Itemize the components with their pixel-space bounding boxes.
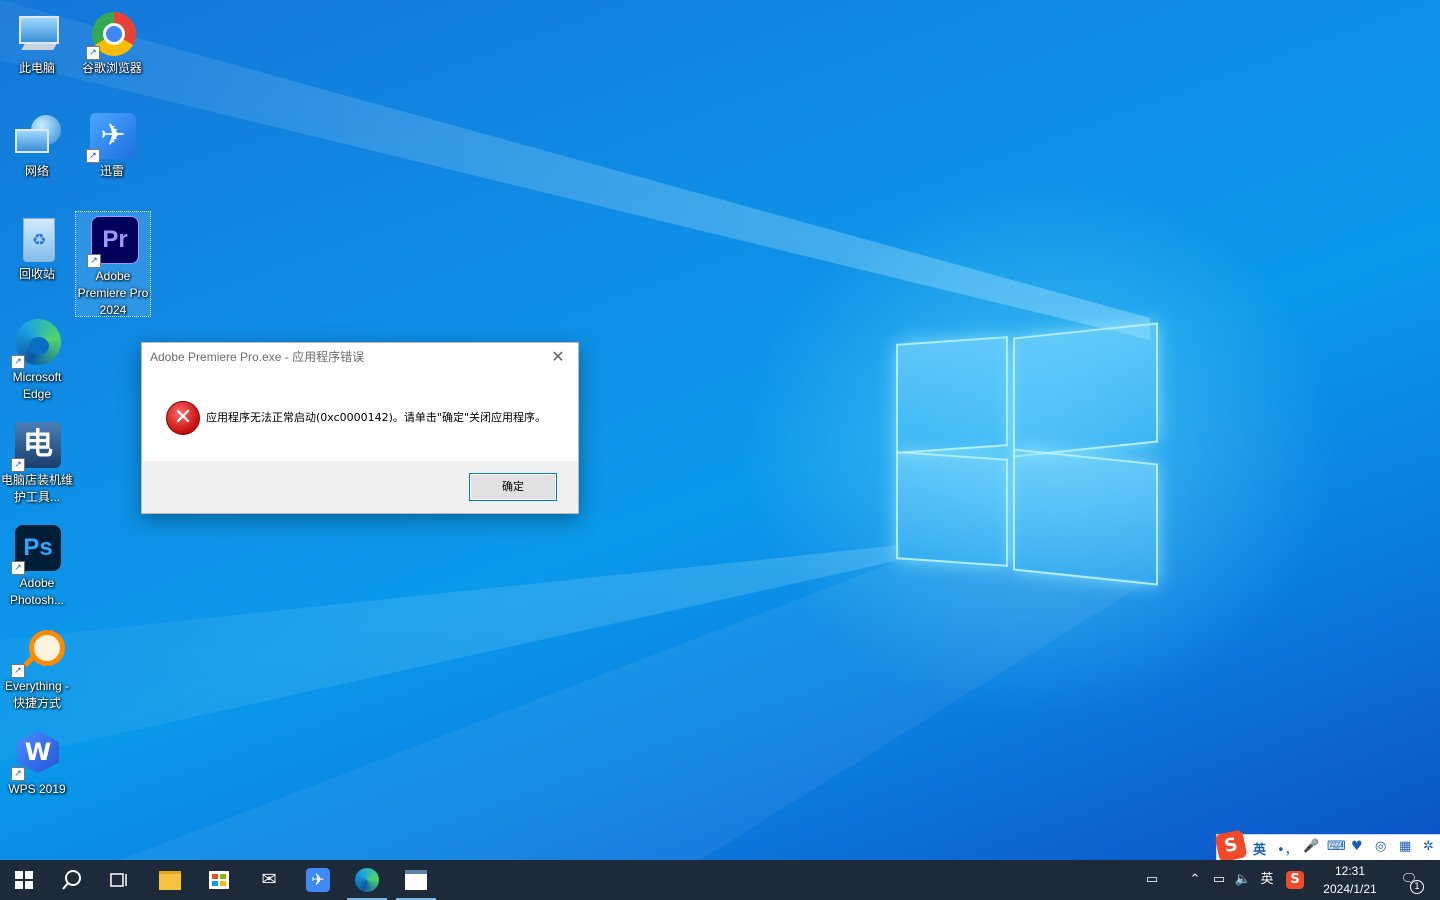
- desktop-icon-label: Adobe Premiere Pro 2024: [77, 269, 149, 317]
- notification-count-badge: 1: [1410, 880, 1424, 894]
- clock-date: 2024/1/21: [1323, 882, 1377, 896]
- windows-start-icon: [15, 871, 33, 889]
- shortcut-arrow-icon: ↗: [86, 149, 100, 163]
- shortcut-arrow-icon: ↗: [11, 767, 25, 781]
- error-dialog: Adobe Premiere Pro.exe - 应用程序错误 ✕ ✕ 应用程序…: [141, 342, 579, 514]
- desktop-icon-wps[interactable]: W ↗ WPS 2019: [0, 725, 74, 798]
- folder-icon: [159, 870, 181, 890]
- desktop-icon-label: WPS 2019: [8, 782, 66, 796]
- desktop-icon-label: Everything - 快捷方式: [4, 679, 70, 710]
- action-center-button[interactable]: 🗨 1: [1394, 860, 1424, 900]
- desktop-icon-label: Adobe Photosh...: [9, 576, 65, 607]
- xunlei-bird-icon: ✈: [306, 868, 330, 892]
- close-icon[interactable]: ✕: [546, 347, 570, 367]
- ime-punct-toggle[interactable]: •，: [1277, 839, 1298, 858]
- desktop-icon-network[interactable]: 网络: [0, 107, 74, 180]
- network-icon: [13, 113, 61, 161]
- desktop-icon-recycle-bin[interactable]: ♻ 回收站: [0, 210, 74, 283]
- edge-icon: [355, 868, 379, 892]
- sogou-tray-logo: S: [1286, 871, 1304, 889]
- shortcut-arrow-icon: ↗: [11, 664, 25, 678]
- volume-muted-icon[interactable]: 🔈: [1232, 860, 1254, 900]
- chrome-icon: ↗: [86, 10, 136, 60]
- photoshop-icon: Ps ↗: [11, 525, 61, 575]
- shortcut-arrow-icon: ↗: [11, 561, 25, 575]
- mail-icon: ✉: [261, 869, 277, 890]
- dialog-title: Adobe Premiere Pro.exe - 应用程序错误: [150, 350, 365, 364]
- taskbar-edge[interactable]: [343, 860, 391, 900]
- wps-icon: W ↗: [11, 731, 61, 781]
- dialog-body: ✕ 应用程序无法正常启动(0xc0000142)。请单击"确定"关闭应用程序。: [142, 371, 578, 461]
- taskbar-mail[interactable]: ✉: [245, 860, 293, 900]
- taskbar-store[interactable]: [195, 860, 243, 900]
- premiere-pro-icon: Pr ↗: [87, 216, 139, 268]
- search-icon: [62, 870, 81, 890]
- desktop-icon-this-pc[interactable]: 此电脑: [0, 4, 74, 77]
- keyboard-icon[interactable]: ⌨: [1327, 839, 1346, 854]
- search-button[interactable]: [48, 860, 96, 900]
- everything-magnifier-icon: ↗: [11, 628, 65, 678]
- desktop-icon-label: 此电脑: [18, 61, 55, 75]
- microphone-icon[interactable]: 🎤: [1303, 839, 1319, 854]
- desktop-icon-edge[interactable]: ↗ Microsoft Edge: [0, 313, 74, 403]
- error-message: 应用程序无法正常启动(0xc0000142)。请单击"确定"关闭应用程序。: [206, 411, 547, 424]
- desktop-icon-chrome[interactable]: ↗ 谷歌浏览器: [75, 4, 149, 77]
- news-and-interests-icon[interactable]: ▭: [1138, 860, 1166, 900]
- store-bag-icon: [209, 871, 229, 889]
- desktop-icon-diannaodian-tool[interactable]: 电 ↗ 电脑店装机维护工具...: [0, 416, 74, 506]
- ime-toolbar[interactable]: S 英 •， 🎤 ⌨ ♥ ◎ ▦ ✲: [1214, 829, 1440, 860]
- desktop-icon-label: 网络: [24, 164, 49, 178]
- desktop-icon-label: Microsoft Edge: [12, 370, 62, 401]
- dialog-footer: 确定: [142, 461, 578, 513]
- sogou-logo-icon[interactable]: S: [1214, 829, 1248, 860]
- ok-button[interactable]: 确定: [469, 473, 557, 501]
- taskbar-file-explorer[interactable]: [146, 860, 194, 900]
- taskbar-error-dialog[interactable]: [392, 860, 440, 900]
- shortcut-arrow-icon: ↗: [11, 458, 25, 472]
- desktop-icon-photoshop[interactable]: Ps ↗ Adobe Photosh...: [0, 519, 74, 609]
- skin-icon[interactable]: ♥: [1351, 839, 1363, 854]
- xunlei-bird-icon: ✈ ↗: [86, 113, 136, 163]
- desktop-icon-everything[interactable]: ↗ Everything - 快捷方式: [0, 622, 74, 712]
- shortcut-arrow-icon: ↗: [87, 254, 101, 268]
- computer-icon: [13, 10, 61, 58]
- recycle-bin-icon: ♻: [13, 216, 61, 264]
- gamepad-icon[interactable]: ◎: [1375, 839, 1386, 854]
- desktop-icon-premiere-pro[interactable]: Pr ↗ Adobe Premiere Pro 2024: [75, 211, 151, 317]
- shortcut-arrow-icon: ↗: [11, 355, 25, 369]
- desktop-icon-label: 回收站: [18, 267, 55, 281]
- taskbar: ✉ ✈ ▭ ⌃ ▭ 🔈 英 S 12:31 2024/1/21 🗨 1: [0, 860, 1440, 900]
- window-icon: [405, 870, 427, 890]
- error-icon: ✕: [166, 401, 200, 435]
- diannaodian-tool-icon: 电 ↗: [11, 422, 61, 472]
- desktop-icon-label: 谷歌浏览器: [81, 61, 142, 75]
- start-button[interactable]: [0, 860, 48, 900]
- desktop-icon-label: 迅雷: [99, 164, 124, 178]
- ime-mode-toggle[interactable]: 英: [1253, 839, 1266, 858]
- desktop: 此电脑 ↗ 谷歌浏览器 网络 ✈ ↗ 迅雷 ♻ 回收站 Pr ↗ Adobe P…: [0, 0, 1440, 860]
- edge-icon: ↗: [11, 319, 61, 369]
- network-status-icon[interactable]: ▭: [1208, 860, 1230, 900]
- task-view-button[interactable]: [96, 860, 144, 900]
- settings-icon[interactable]: ✲: [1423, 839, 1434, 854]
- toolbox-icon[interactable]: ▦: [1399, 839, 1411, 854]
- sogou-tray-icon[interactable]: S: [1284, 860, 1306, 900]
- taskbar-xunlei[interactable]: ✈: [294, 860, 342, 900]
- shortcut-arrow-icon: ↗: [86, 46, 100, 60]
- taskbar-clock[interactable]: 12:31 2024/1/21: [1314, 860, 1386, 900]
- desktop-icon-xunlei[interactable]: ✈ ↗ 迅雷: [75, 107, 149, 180]
- chevron-up-icon[interactable]: ⌃: [1184, 860, 1206, 900]
- clock-time: 12:31: [1334, 864, 1366, 878]
- ime-language-indicator[interactable]: 英: [1256, 860, 1278, 900]
- task-view-icon: [110, 873, 127, 887]
- desktop-icon-label: 电脑店装机维护工具...: [0, 473, 73, 504]
